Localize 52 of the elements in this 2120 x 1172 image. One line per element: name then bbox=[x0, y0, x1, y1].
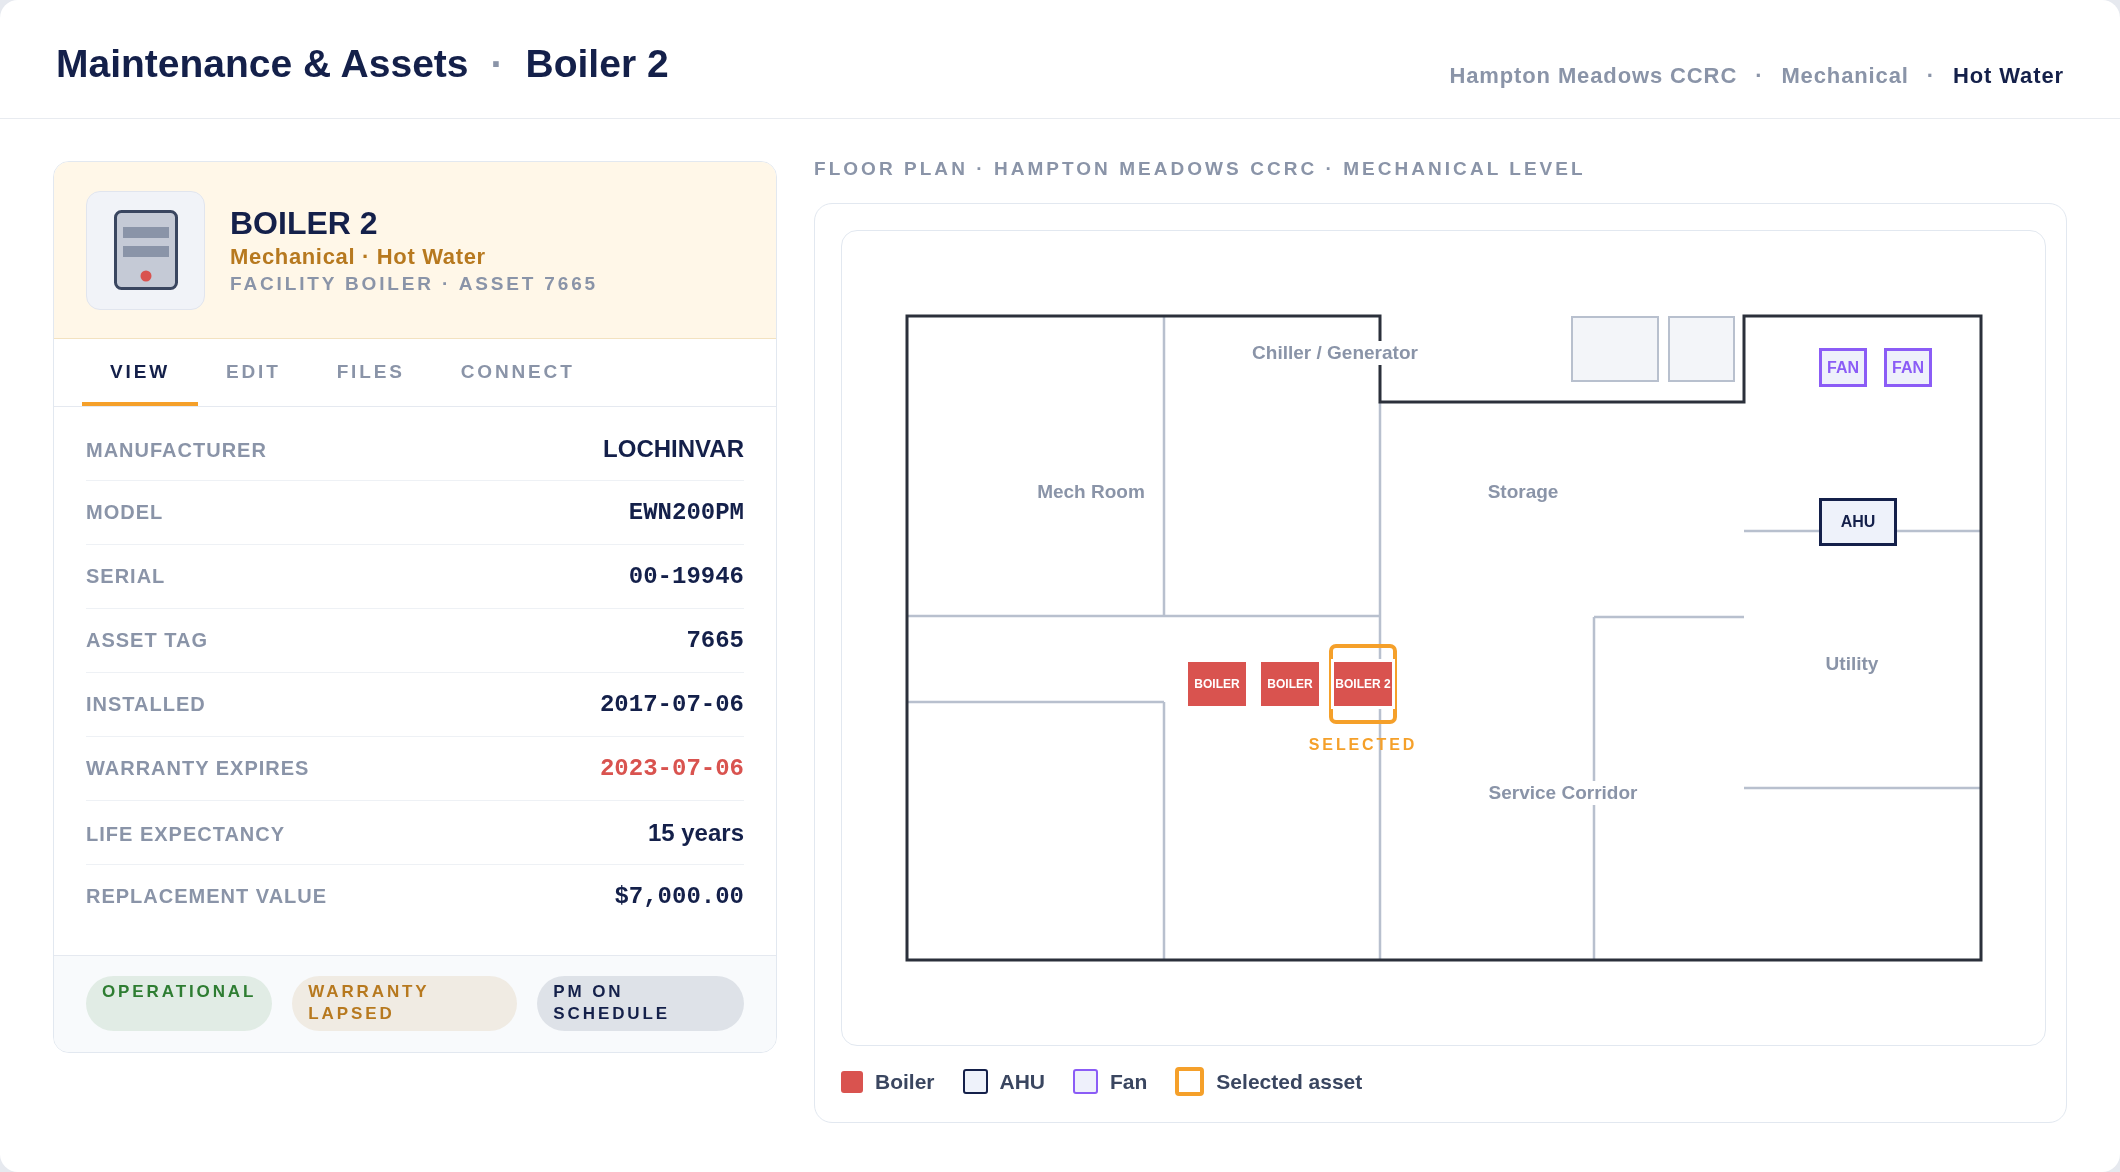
breadcrumb-current: Hot Water bbox=[1953, 62, 2064, 90]
legend-label: Selected asset bbox=[1216, 1068, 1363, 1095]
field-value: 2017-07-06 bbox=[599, 690, 744, 720]
floor-plan-title: FLOOR PLAN · HAMPTON MEADOWS CCRC · MECHANICAL LEVEL bbox=[814, 157, 1587, 181]
boiler-marker[interactable]: BOILER bbox=[1261, 662, 1319, 706]
legend-label: Boiler bbox=[875, 1068, 935, 1095]
field-value: LOCHINVAR bbox=[603, 434, 744, 464]
status-badge: WARRANTY LAPSED bbox=[292, 976, 518, 1031]
legend-label: AHU bbox=[999, 1068, 1045, 1095]
legend-label: Fan bbox=[1110, 1068, 1148, 1095]
field-label: MODEL bbox=[86, 500, 164, 525]
asset-name: BOILER 2 bbox=[230, 204, 379, 243]
asset-category: Mechanical · Hot Water bbox=[230, 243, 487, 271]
field-value: 2023-07-06 bbox=[599, 754, 744, 784]
legend-swatch-icon bbox=[841, 1070, 863, 1093]
field-value: $7,000.00 bbox=[614, 882, 744, 912]
field-label: SERIAL bbox=[86, 564, 166, 589]
tab[interactable]: CONNECT bbox=[432, 339, 603, 406]
tab[interactable]: VIEW bbox=[82, 339, 198, 406]
boiler-marker[interactable]: BOILER bbox=[1188, 662, 1246, 706]
page-title: Maintenance & Assets bbox=[56, 41, 469, 87]
status-badge: PM ON SCHEDULE bbox=[537, 976, 744, 1031]
room-label: Chiller / Generator bbox=[1249, 341, 1421, 365]
field-label: ASSET TAG bbox=[86, 628, 208, 653]
field-value: EWN200PM bbox=[628, 498, 744, 528]
page-subtitle: Boiler 2 bbox=[525, 41, 669, 87]
fan-marker[interactable]: FAN bbox=[1819, 348, 1867, 387]
field-label: MANUFACTURER bbox=[86, 438, 267, 463]
tab[interactable]: FILES bbox=[308, 339, 433, 406]
title-separator: · bbox=[490, 41, 504, 87]
breadcrumb-separator: · bbox=[1755, 62, 1764, 90]
field-label: LIFE EXPECTANCY bbox=[86, 822, 286, 847]
legend-swatch-icon bbox=[962, 1069, 988, 1094]
boiler-marker[interactable]: BOILER 2 bbox=[1329, 644, 1397, 724]
fan-marker[interactable]: FAN bbox=[1884, 348, 1932, 387]
field-label: INSTALLED bbox=[86, 692, 206, 717]
asset-code: FACILITY BOILER · ASSET 7665 bbox=[230, 272, 599, 296]
breadcrumb-link[interactable]: Hampton Meadows CCRC bbox=[1449, 62, 1738, 90]
field-label: REPLACEMENT VALUE bbox=[86, 884, 328, 909]
field-label: WARRANTY EXPIRES bbox=[86, 756, 310, 781]
field-value: 7665 bbox=[686, 626, 744, 656]
ahu-marker[interactable]: AHU bbox=[1819, 498, 1897, 546]
legend-swatch-icon bbox=[1175, 1067, 1205, 1096]
breadcrumb-link[interactable]: Mechanical bbox=[1781, 62, 1909, 90]
breadcrumb-separator: · bbox=[1926, 62, 1935, 90]
tab[interactable]: EDIT bbox=[197, 339, 309, 406]
legend-swatch-icon bbox=[1073, 1069, 1098, 1094]
field-value: 00-19946 bbox=[628, 562, 744, 592]
field-value: 15 years bbox=[647, 818, 744, 848]
selected-tag: SELECTED bbox=[1308, 735, 1418, 755]
status-badge: OPERATIONAL bbox=[86, 976, 273, 1031]
boiler-icon bbox=[86, 190, 205, 310]
